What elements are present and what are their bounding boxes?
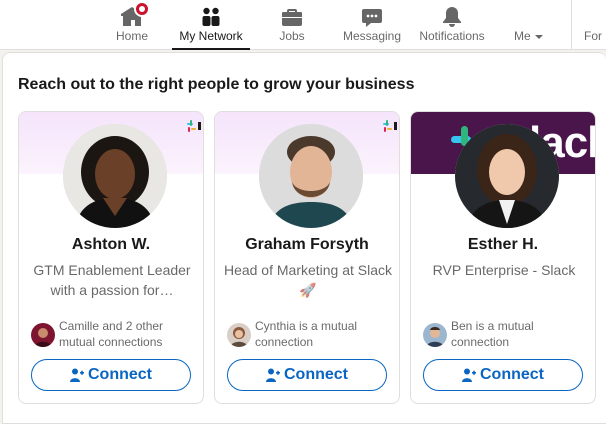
nav-jobs[interactable]: Jobs (268, 0, 316, 50)
profile-headline: Head of Marketing at Slack 🚀 (223, 262, 393, 298)
profile-card[interactable]: Ashton W. GTM Enablement Leader with a p… (18, 111, 204, 404)
nav-for-business[interactable]: For (578, 0, 606, 50)
connect-label: Connect (284, 366, 348, 383)
nav-divider (571, 0, 572, 50)
mutual-text: Cynthia is a mutual connection (255, 319, 358, 349)
connect-button[interactable]: Connect (31, 359, 191, 391)
mutual-text: Camille and 2 other mutual connections (59, 319, 164, 349)
add-person-icon (462, 368, 476, 382)
mutual-avatar (31, 323, 55, 347)
mutual-connections: Cynthia is a mutual connection (227, 318, 397, 352)
nav-messaging-label: Messaging (342, 29, 402, 43)
nav-jobs-label: Jobs (279, 29, 305, 43)
mutual-photo (227, 323, 251, 347)
nav-me[interactable]: Me (510, 0, 550, 50)
nav-home-label: Home (115, 29, 148, 43)
avatar[interactable] (259, 124, 363, 228)
profile-photo (259, 124, 363, 228)
nav-my-network[interactable]: My Network (172, 0, 250, 50)
nav-me-label: Me (514, 29, 531, 43)
nav-messaging[interactable]: Messaging (339, 0, 405, 50)
briefcase-icon (282, 9, 302, 26)
nav-notifications[interactable]: Notifications (413, 0, 491, 50)
profile-headline: GTM Enablement Leader with a passion for… (33, 262, 191, 298)
profile-photo (63, 124, 167, 228)
profile-photo (455, 124, 559, 228)
add-person-icon (266, 368, 280, 382)
mutual-connections: Ben is a mutual connection (423, 318, 593, 352)
notification-badge (134, 1, 150, 17)
connect-label: Connect (480, 366, 544, 383)
top-navigation: Home My Network Jobs Messaging Notificat… (0, 0, 606, 50)
mutual-avatar (227, 323, 251, 347)
chat-icon (362, 9, 382, 27)
nav-my-network-label: My Network (179, 29, 243, 43)
profile-card[interactable]: lack Esther H. RVP Enterprise - Slack (410, 111, 596, 404)
mutual-photo (423, 323, 447, 347)
nav-notifications-label: Notifications (419, 29, 485, 43)
connect-label: Connect (88, 366, 152, 383)
suggestions-panel: Reach out to the right people to grow yo… (2, 52, 606, 424)
profile-headline: RVP Enterprise - Slack (432, 262, 576, 278)
mutual-connections: Camille and 2 other mutual connections (31, 318, 201, 352)
slack-logo-icon (383, 120, 397, 132)
avatar[interactable] (455, 124, 559, 228)
mutual-photo (31, 323, 55, 347)
nav-for-business-label: For (584, 29, 602, 43)
connect-button[interactable]: Connect (227, 359, 387, 391)
profile-card[interactable]: Graham Forsyth Head of Marketing at Slac… (214, 111, 400, 404)
mutual-avatar (423, 323, 447, 347)
connect-button[interactable]: Connect (423, 359, 583, 391)
nav-home[interactable]: Home (110, 0, 154, 50)
slack-logo-icon (187, 120, 201, 132)
network-icon (202, 7, 220, 26)
add-person-icon (70, 368, 84, 382)
mutual-text: Ben is a mutual connection (451, 319, 534, 349)
caret-down-icon (535, 34, 544, 39)
profile-name[interactable]: Ashton W. (19, 236, 203, 254)
section-heading: Reach out to the right people to grow yo… (18, 76, 415, 93)
avatar[interactable] (63, 124, 167, 228)
profile-name[interactable]: Esther H. (411, 236, 595, 254)
bell-icon (443, 7, 461, 27)
profile-name[interactable]: Graham Forsyth (215, 236, 399, 254)
